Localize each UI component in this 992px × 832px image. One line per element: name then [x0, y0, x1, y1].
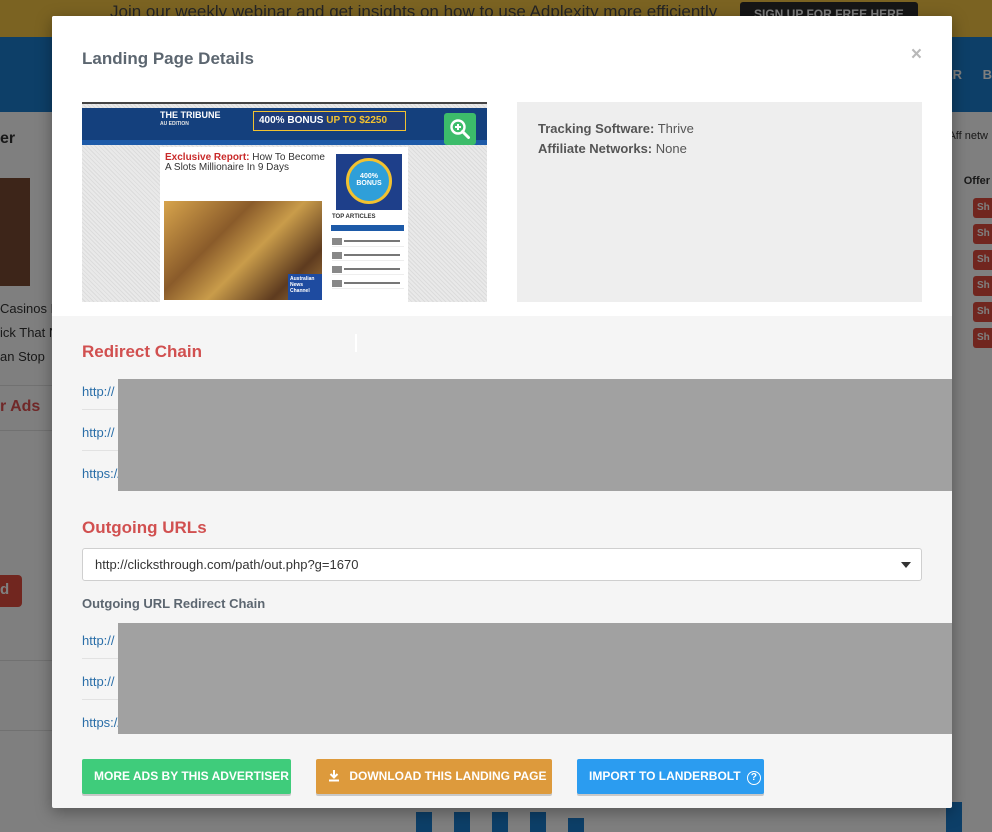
chevron-down-icon[interactable]: [901, 562, 911, 568]
thumbnail-logo-subtitle: AU EDITION: [160, 121, 189, 127]
thumbnail-site-logo: THE TRIBUNE AU EDITION: [160, 111, 221, 129]
tracking-software-value: Thrive: [657, 121, 694, 136]
tracking-software-row: Tracking Software: Thrive: [538, 119, 901, 139]
more-ads-button-label: More ads by this advertiser: [94, 769, 289, 783]
import-to-landerbolt-button[interactable]: Import to Landerbolt ?: [577, 759, 764, 794]
thumbnail-side-bar: [331, 225, 404, 231]
download-landing-page-button[interactable]: Download this landing page: [316, 759, 552, 794]
affiliate-networks-row: Affiliate Networks: None: [538, 139, 901, 159]
thumbnail-side-row: [332, 265, 404, 275]
help-circle-icon[interactable]: ?: [746, 771, 761, 785]
thumbnail-ad-text: 400% BONUS: [259, 115, 324, 126]
close-icon[interactable]: ×: [911, 44, 922, 66]
outgoing-url-select[interactable]: http://clicksthrough.com/path/out.php?g=…: [82, 548, 922, 581]
modal-title: Landing Page Details: [82, 49, 254, 68]
thumbnail-side-row: [332, 237, 404, 247]
tracking-software-label: Tracking Software:: [538, 121, 655, 136]
thumbnail-top-articles-title: TOP ARTICLES: [332, 214, 376, 220]
download-icon: [328, 769, 340, 785]
affiliate-networks-value: None: [655, 141, 687, 156]
thumbnail-logo-text: THE TRIBUNE: [160, 110, 221, 120]
thumbnail-headline: Exclusive Report: How To Become A Slots …: [165, 153, 325, 173]
redirect-chain-title: Redirect Chain: [82, 342, 202, 361]
thumbnail-side-row: [332, 251, 404, 261]
more-ads-by-advertiser-button[interactable]: More ads by this advertiser: [82, 759, 291, 794]
outgoing-redirect-chain-title: Outgoing URL Redirect Chain: [82, 596, 266, 611]
tracking-info-panel: Tracking Software: Thrive Affiliate Netw…: [517, 102, 922, 302]
thumbnail-side-row: [332, 279, 404, 289]
redacted-area: [118, 379, 952, 491]
outgoing-url-selected: http://clicksthrough.com/path/out.php?g=…: [95, 557, 359, 572]
download-button-label: Download this landing page: [349, 769, 547, 783]
landing-page-thumbnail[interactable]: THE TRIBUNE AU EDITION 400% BONUS UP TO …: [82, 102, 487, 302]
thumbnail-bonus-coin: 400% BONUS: [346, 158, 392, 204]
import-button-label: Import to Landerbolt: [589, 769, 741, 783]
landing-page-details-modal: Landing Page Details × THE TRIBUNE AU ED…: [52, 16, 952, 808]
zoom-in-icon[interactable]: [444, 113, 476, 145]
thumbnail-ad-highlight: UP TO $2250: [326, 115, 388, 126]
affiliate-networks-label: Affiliate Networks:: [538, 141, 653, 156]
text-cursor: [355, 334, 357, 352]
thumbnail-site-nav: [82, 140, 487, 145]
redacted-area: [118, 623, 952, 734]
outgoing-urls-title: Outgoing URLs: [82, 518, 207, 537]
thumbnail-banner-ad: 400% BONUS UP TO $2250: [253, 111, 406, 131]
thumbnail-photo-badge: Australian News Channel: [288, 274, 322, 300]
